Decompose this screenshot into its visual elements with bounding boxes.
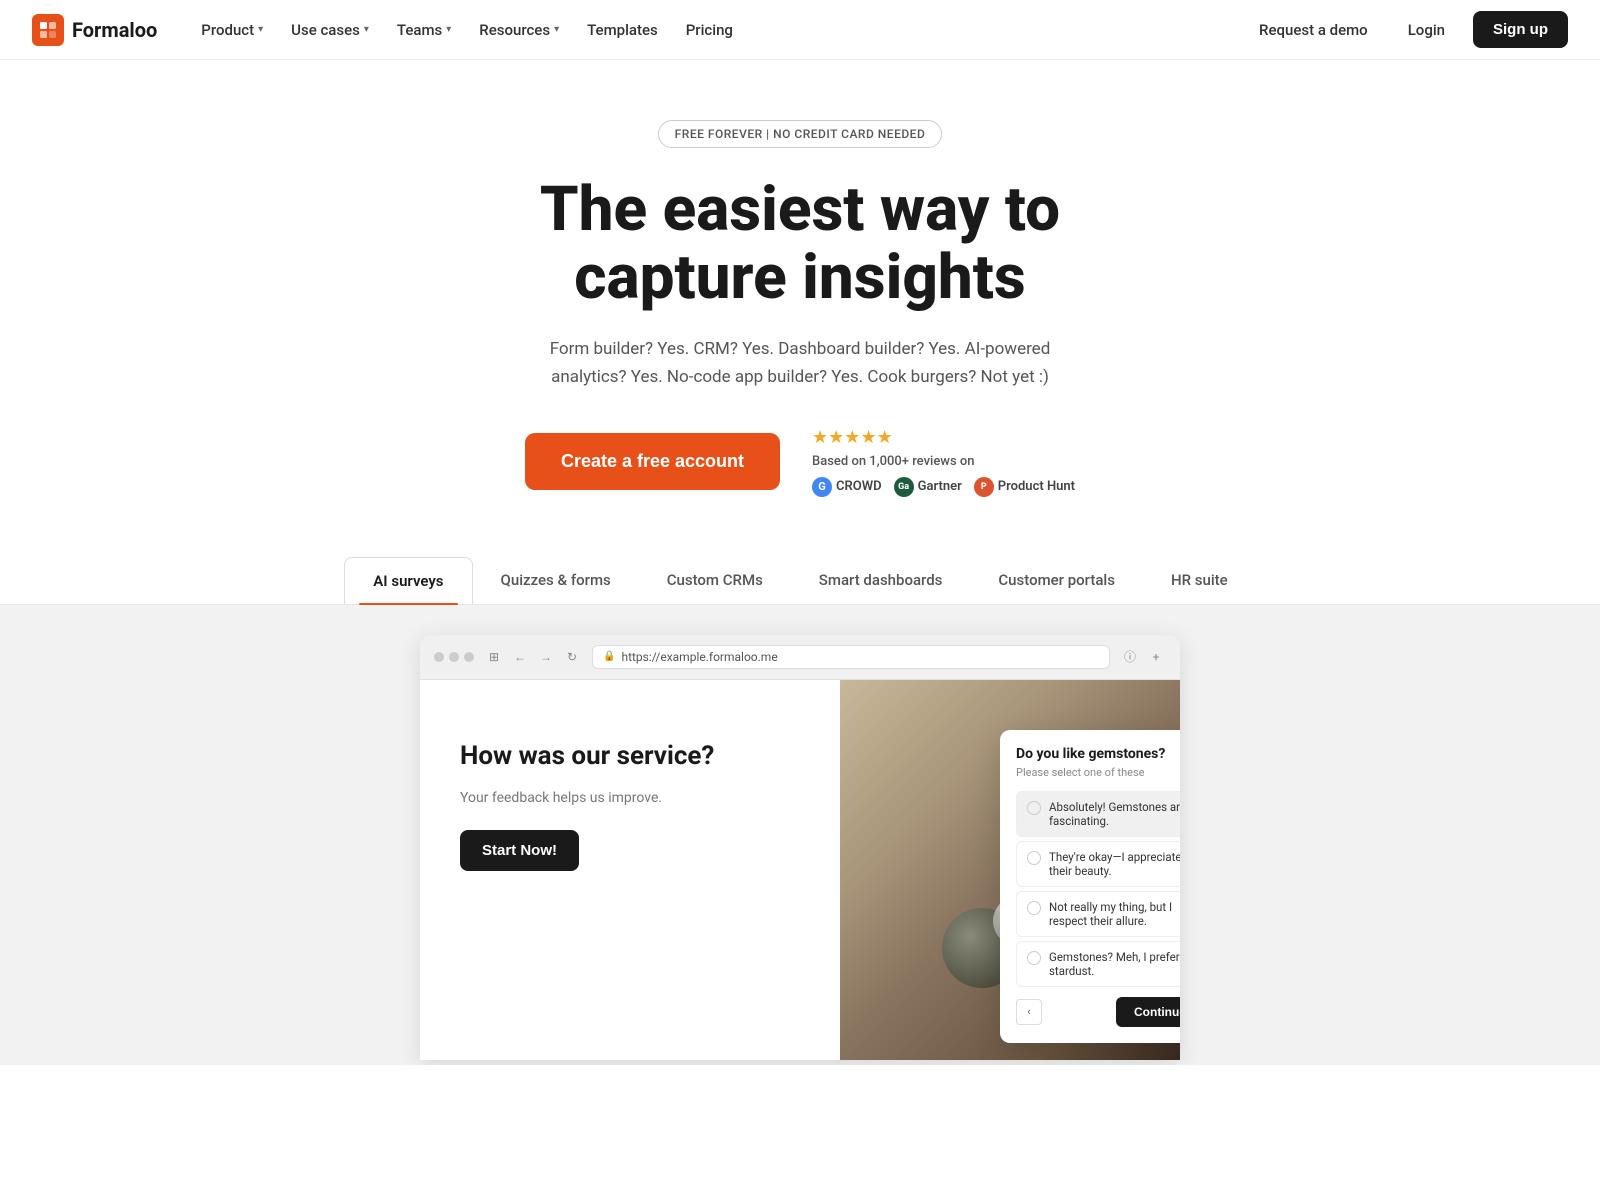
nav-item-resources[interactable]: Resources ▾	[467, 13, 571, 47]
star-rating: ★★★★★	[812, 427, 893, 448]
overlay-card-title: Do you like gemstones?	[1016, 746, 1180, 762]
option-item-1[interactable]: Absolutely! Gemstones are fascinating.	[1016, 791, 1180, 837]
browser-nav-icons: ⊞ ← → ↻	[484, 647, 582, 667]
logo[interactable]: Formaloo	[32, 14, 157, 46]
browser-right-icons: ⓘ +	[1120, 647, 1166, 667]
nav-right: Request a demo Login Sign up	[1247, 11, 1568, 48]
nav-arrows: ‹	[1016, 999, 1042, 1025]
overlay-bottom-bar: ‹ Continue	[1016, 997, 1180, 1027]
nav-item-product[interactable]: Product ▾	[189, 13, 275, 47]
reviews-area: ★★★★★ Based on 1,000+ reviews on G CROWD…	[812, 427, 1075, 497]
gartner-icon: Ga	[894, 477, 914, 497]
survey-right-panel: Do you like gemstones? Please select one…	[840, 680, 1180, 1060]
browser-dot-red	[434, 652, 444, 662]
nav-item-use-cases[interactable]: Use cases ▾	[279, 13, 381, 47]
browser-dot-green	[464, 652, 474, 662]
lock-icon: 🔒	[603, 651, 615, 662]
request-demo-button[interactable]: Request a demo	[1247, 13, 1380, 47]
chevron-down-icon: ▾	[554, 24, 559, 35]
tab-customer-portals[interactable]: Customer portals	[970, 557, 1143, 603]
hero-title: The easiest way to capture insights	[450, 176, 1150, 312]
continue-button[interactable]: Continue	[1116, 997, 1180, 1027]
tab-hr-suite[interactable]: HR suite	[1143, 557, 1256, 603]
browser-bar: ⊞ ← → ↻ 🔒 https://example.formaloo.me ⓘ …	[420, 635, 1180, 680]
browser-add-tab-icon[interactable]: +	[1146, 647, 1166, 667]
signup-button[interactable]: Sign up	[1473, 11, 1568, 48]
gartner-logo: Ga Gartner	[894, 477, 962, 497]
tabs-bar: AI surveys Quizzes & forms Custom CRMs S…	[0, 557, 1600, 605]
option-item-3[interactable]: Not really my thing, but I respect their…	[1016, 891, 1180, 937]
logo-text: Formaloo	[72, 18, 157, 42]
navbar: Formaloo Product ▾ Use cases ▾ Teams ▾ R…	[0, 0, 1600, 60]
option-radio-4	[1027, 951, 1041, 965]
overlay-quiz-card: Do you like gemstones? Please select one…	[1000, 730, 1180, 1043]
nav-item-pricing[interactable]: Pricing	[674, 13, 745, 47]
browser-url-bar[interactable]: 🔒 https://example.formaloo.me	[592, 645, 1110, 669]
login-button[interactable]: Login	[1396, 13, 1457, 47]
chevron-down-icon: ▾	[258, 24, 263, 35]
overlay-card-subtitle: Please select one of these	[1016, 766, 1180, 779]
option-item-2[interactable]: They're okay—I appreciate their beauty.	[1016, 841, 1180, 887]
logo-icon	[32, 14, 64, 46]
browser-tabs-icon[interactable]: ⊞	[484, 647, 504, 667]
review-logos: G CROWD Ga Gartner P Product Hunt	[812, 477, 1075, 497]
hero-cta-row: Create a free account ★★★★★ Based on 1,0…	[20, 427, 1580, 497]
browser-back-icon[interactable]: ←	[510, 647, 530, 667]
browser-content: How was our service? Your feedback helps…	[420, 680, 1180, 1060]
start-now-button[interactable]: Start Now!	[460, 830, 579, 871]
g-crowd-icon: G	[812, 477, 832, 497]
hero-badge: FREE FOREVER | NO CREDIT CARD NEEDED	[658, 120, 943, 148]
tab-smart-dashboards[interactable]: Smart dashboards	[791, 557, 971, 603]
preview-section: ⊞ ← → ↻ 🔒 https://example.formaloo.me ⓘ …	[0, 605, 1600, 1065]
browser-info-icon[interactable]: ⓘ	[1120, 647, 1140, 667]
product-hunt-icon: P	[974, 477, 994, 497]
tab-custom-crms[interactable]: Custom CRMs	[639, 557, 791, 603]
option-item-4[interactable]: Gemstones? Meh, I prefer stardust.	[1016, 941, 1180, 987]
option-radio-2	[1027, 851, 1041, 865]
survey-subtitle: Your feedback helps us improve.	[460, 790, 800, 806]
create-account-button[interactable]: Create a free account	[525, 433, 780, 490]
tab-quizzes-forms[interactable]: Quizzes & forms	[473, 557, 639, 603]
nav-item-templates[interactable]: Templates	[575, 13, 670, 47]
reviews-label: Based on 1,000+ reviews on	[812, 454, 974, 469]
survey-title: How was our service?	[460, 740, 800, 774]
option-radio-3	[1027, 901, 1041, 915]
browser-dots	[434, 652, 474, 662]
option-radio-1	[1027, 801, 1041, 815]
browser-forward-icon[interactable]: →	[536, 647, 556, 667]
chevron-down-icon: ▾	[364, 24, 369, 35]
browser-refresh-icon[interactable]: ↻	[562, 647, 582, 667]
hero-subtitle: Form builder? Yes. CRM? Yes. Dashboard b…	[510, 336, 1090, 390]
nav-item-teams[interactable]: Teams ▾	[385, 13, 463, 47]
product-hunt-logo: P Product Hunt	[974, 477, 1075, 497]
tab-ai-surveys[interactable]: AI surveys	[344, 557, 472, 604]
prev-arrow-button[interactable]: ‹	[1016, 999, 1042, 1025]
chevron-down-icon: ▾	[446, 24, 451, 35]
g-crowd-logo: G CROWD	[812, 477, 882, 497]
tabs-section: AI surveys Quizzes & forms Custom CRMs S…	[0, 537, 1600, 1065]
browser-window: ⊞ ← → ↻ 🔒 https://example.formaloo.me ⓘ …	[420, 635, 1180, 1060]
nav-links: Product ▾ Use cases ▾ Teams ▾ Resources …	[189, 13, 1247, 47]
hero-section: FREE FOREVER | NO CREDIT CARD NEEDED The…	[0, 60, 1600, 537]
browser-dot-yellow	[449, 652, 459, 662]
survey-left-panel: How was our service? Your feedback helps…	[420, 680, 840, 1060]
